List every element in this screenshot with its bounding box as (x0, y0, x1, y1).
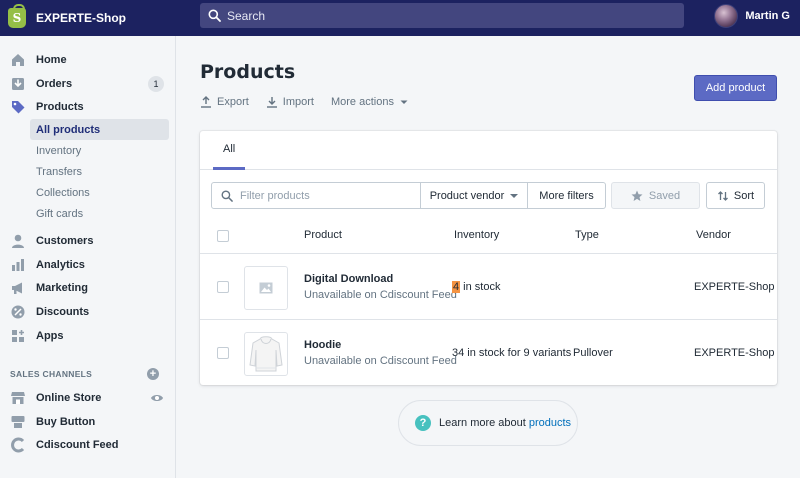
discount-icon (10, 304, 26, 320)
filter-field[interactable] (211, 182, 421, 209)
user-name: Martin G (745, 10, 790, 22)
megaphone-icon (10, 280, 26, 296)
tab-bar: All (200, 131, 777, 170)
page-actions: Export Import More actions (200, 96, 426, 108)
tab-all[interactable]: All (213, 131, 246, 170)
export-button[interactable]: Export (200, 96, 249, 108)
inventory-cell: 4 in stock (452, 281, 501, 293)
star-icon (631, 190, 643, 201)
sidebar-item-apps[interactable]: Apps (10, 326, 170, 346)
sidebar-item-analytics[interactable]: Analytics (10, 255, 170, 275)
export-icon (201, 96, 211, 108)
product-status: Unavailable on Cdiscount Feed (304, 289, 457, 301)
row-checkbox[interactable] (217, 281, 229, 293)
saved-button: Saved (611, 182, 700, 209)
sidebar-channel-cdiscount-feed[interactable]: Cdiscount Feed (10, 435, 170, 455)
select-all-checkbox[interactable] (217, 230, 229, 242)
sales-channels-heading: SALES CHANNELS (10, 369, 93, 379)
add-channel-plus-icon[interactable]: + (147, 368, 159, 380)
column-header-type[interactable]: Type (575, 229, 599, 241)
buy-button-icon (10, 414, 26, 430)
apps-icon (10, 328, 26, 344)
home-icon (10, 52, 26, 68)
sidebar-sub-collections[interactable]: Collections (30, 182, 169, 203)
chevron-down-icon (400, 100, 408, 104)
type-cell: Pullover (573, 347, 613, 359)
shop-brand[interactable]: S EXPERTE-Shop (0, 4, 200, 28)
sidebar-channel-online-store[interactable]: Online Store (10, 388, 170, 408)
sidebar-item-customers[interactable]: Customers (10, 231, 170, 251)
add-product-button[interactable]: Add product (694, 75, 777, 101)
vendor-cell: EXPERTE-Shop (694, 281, 775, 293)
sidebar-item-products[interactable]: Products (10, 97, 170, 117)
image-placeholder-icon (259, 282, 273, 294)
learn-more-products-link[interactable]: products (529, 417, 571, 429)
filter-bar: Product vendor More filters (211, 182, 606, 209)
top-bar: S EXPERTE-Shop Martin G (0, 0, 800, 36)
hoodie-image (249, 336, 283, 372)
table-row[interactable]: Digital Download Unavailable on Cdiscoun… (200, 254, 777, 320)
sidebar-sub-gift-cards[interactable]: Gift cards (30, 203, 169, 224)
product-vendor-dropdown[interactable]: Product vendor (421, 182, 528, 209)
sidebar-item-home[interactable]: Home (10, 50, 170, 70)
eye-icon[interactable] (150, 393, 164, 406)
sidebar-sub-transfers[interactable]: Transfers (30, 161, 169, 182)
sort-button[interactable]: Sort (706, 182, 765, 209)
shop-name: EXPERTE-Shop (36, 11, 127, 25)
product-thumbnail[interactable] (244, 332, 288, 376)
product-thumbnail[interactable] (244, 266, 288, 310)
filter-products-input[interactable] (240, 189, 410, 202)
sidebar-item-marketing[interactable]: Marketing (10, 278, 170, 298)
vendor-cell: EXPERTE-Shop (694, 347, 775, 359)
sidebar-sub-all-products[interactable]: All products (30, 119, 169, 140)
search-icon (221, 190, 233, 202)
sidebar-channel-buy-button[interactable]: Buy Button (10, 412, 170, 432)
tag-icon (10, 99, 26, 115)
avatar[interactable] (714, 4, 739, 28)
orders-icon (10, 76, 26, 92)
help-question-icon: ? (415, 415, 431, 431)
import-icon (266, 97, 277, 108)
column-header-inventory[interactable]: Inventory (454, 229, 499, 241)
products-card: All Product vendor More filters Saved So… (200, 131, 777, 385)
orders-count-badge: 1 (148, 76, 164, 92)
cdiscount-icon (10, 437, 26, 453)
inventory-cell: 34 in stock for 9 variants (452, 347, 572, 359)
user-menu[interactable]: Martin G (714, 4, 790, 28)
low-stock-highlight: 4 (452, 281, 461, 293)
analytics-icon (10, 257, 26, 273)
table-row[interactable]: Hoodie Unavailable on Cdiscount Feed 34 … (200, 320, 777, 386)
product-name[interactable]: Hoodie (304, 339, 341, 351)
sidebar-item-discounts[interactable]: Discounts (10, 302, 170, 322)
customers-icon (10, 233, 26, 249)
sidebar-sub-inventory[interactable]: Inventory (30, 140, 169, 161)
search-bar[interactable] (200, 3, 684, 28)
product-name[interactable]: Digital Download (304, 273, 393, 285)
learn-more-callout: ? Learn more about products (398, 400, 578, 446)
caret-down-icon (510, 193, 519, 198)
search-input[interactable] (227, 8, 667, 23)
table-header: Product Inventory Type Vendor (200, 218, 777, 254)
shopify-logo-icon: S (8, 4, 26, 28)
sidebar-item-orders[interactable]: Orders 1 (10, 74, 170, 94)
page-title: Products (200, 61, 296, 83)
search-icon (208, 9, 221, 22)
import-button[interactable]: Import (266, 96, 314, 108)
column-header-vendor[interactable]: Vendor (696, 229, 731, 241)
learn-more-text: Learn more about (439, 417, 526, 429)
sort-icon (717, 190, 728, 201)
product-status: Unavailable on Cdiscount Feed (304, 355, 457, 367)
more-filters-button[interactable]: More filters (528, 182, 606, 209)
column-header-product[interactable]: Product (304, 229, 342, 241)
sidebar: Home Orders 1 Products All products Inve… (0, 36, 176, 478)
more-actions-button[interactable]: More actions (331, 96, 409, 108)
store-icon (10, 390, 26, 406)
row-checkbox[interactable] (217, 347, 229, 359)
